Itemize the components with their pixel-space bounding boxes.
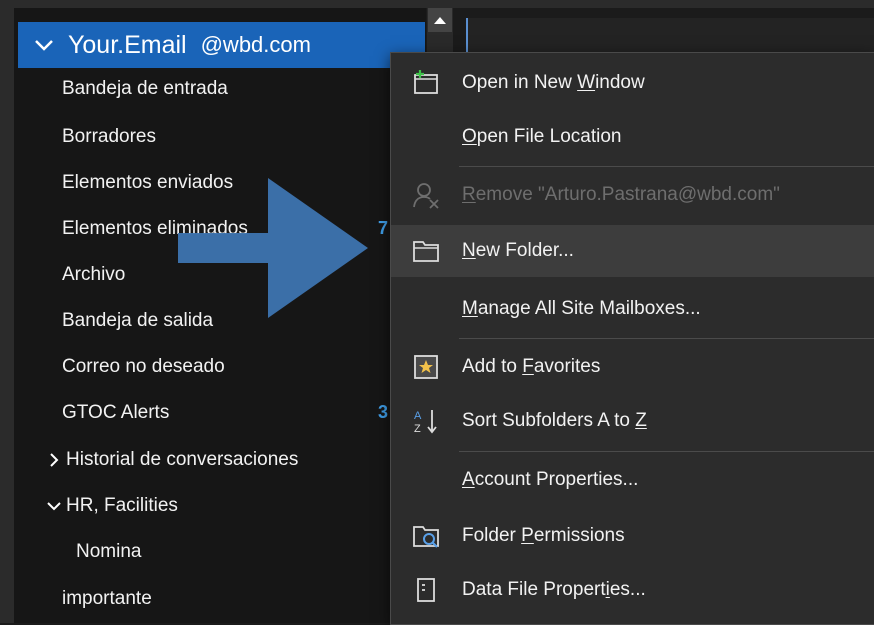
folder-hr-facilities[interactable]: HR, Facilities [46, 495, 178, 517]
folder-borradores[interactable]: Borradores [62, 126, 156, 148]
folder-archivo[interactable]: Archivo [62, 264, 125, 286]
data-file-icon [411, 575, 441, 605]
menu-item-sort-subfolders[interactable]: AZ Sort Subfolders A to Z [391, 395, 874, 447]
sort-az-icon: AZ [411, 406, 441, 436]
menu-item-new-folder[interactable]: New Folder... [391, 225, 874, 277]
folder-importante[interactable]: importante [62, 588, 152, 610]
menu-accelerator: W [577, 72, 596, 93]
menu-accelerator: A [462, 469, 475, 490]
menu-label-post: ermissions [533, 525, 625, 546]
svg-text:A: A [414, 410, 422, 422]
chevron-down-icon[interactable] [46, 498, 62, 514]
menu-label-post: anage All Site Mailboxes... [477, 298, 701, 319]
menu-label-post: ccount Properties... [474, 469, 639, 490]
account-name: Your.Email [68, 30, 187, 59]
star-favorites-icon [411, 352, 441, 382]
menu-accelerator: P [521, 525, 534, 546]
menu-item-data-file-properties[interactable]: Data File Properties... [391, 564, 874, 616]
menu-accelerator: F [522, 356, 534, 377]
menu-label-pre: Folder [462, 525, 522, 546]
menu-item-open-file-location[interactable]: Open File Location [391, 111, 874, 163]
menu-item-account-properties[interactable]: Account Properties... [391, 454, 874, 506]
remove-person-icon [411, 180, 441, 210]
folder-correo-no-deseado[interactable]: Correo no deseado [62, 356, 225, 378]
account-header[interactable]: Your.Email @wbd.com [18, 22, 425, 68]
folder-bandeja-de-entrada[interactable]: Bandeja de entrada [62, 78, 228, 100]
unread-count-badge: 7 [378, 218, 389, 238]
menu-item-open-in-new-window[interactable]: Open in New Window [391, 57, 874, 109]
menu-accelerator: R [462, 184, 476, 205]
menu-label-post: indow [595, 72, 645, 93]
menu-label-pre: Open in New [462, 72, 578, 93]
menu-label-pre: Data File Propert [462, 579, 606, 600]
account-domain: @wbd.com [200, 32, 311, 57]
context-menu: Open in New Window Open File Location Re… [390, 52, 874, 625]
annotation-arrow-icon [178, 178, 368, 318]
triangle-up-icon [434, 17, 446, 24]
chevron-down-icon[interactable] [30, 31, 58, 59]
window-left-edge [0, 0, 14, 623]
unread-count-badge: 3 [378, 402, 389, 422]
new-window-icon [411, 68, 441, 98]
scroll-up-button[interactable] [428, 8, 452, 32]
folder-nomina[interactable]: Nomina [76, 541, 141, 563]
menu-separator [459, 166, 874, 167]
folder-label: HR, Facilities [66, 495, 178, 516]
chevron-right-icon[interactable] [46, 452, 62, 468]
menu-accelerator: M [462, 298, 478, 319]
folder-icon [411, 236, 441, 266]
svg-text:Z: Z [414, 423, 421, 435]
menu-label-pre: Sort Subfolders A to [462, 410, 636, 431]
menu-accelerator: O [462, 126, 477, 147]
menu-accelerator: N [462, 240, 476, 261]
menu-label-pre: Add to [462, 356, 523, 377]
folder-historial-de-conversaciones[interactable]: Historial de conversaciones [46, 449, 298, 471]
menu-item-remove-account: Remove "Arturo.Pastrana@wbd.com" [391, 169, 874, 221]
menu-label-post: pen File Location [476, 126, 622, 147]
menu-item-manage-all-site-mailboxes[interactable]: Manage All Site Mailboxes... [391, 283, 874, 335]
folder-label: Historial de conversaciones [66, 449, 299, 470]
menu-label-post: ew Folder... [475, 240, 574, 261]
menu-item-add-to-favorites[interactable]: Add to Favorites [391, 341, 874, 393]
menu-label-post: es... [609, 579, 646, 600]
folder-permissions-icon [411, 521, 441, 551]
window-top-edge [0, 0, 874, 8]
menu-label-post: avorites [533, 356, 601, 377]
menu-label-post: emove "Arturo.Pastrana@wbd.com" [475, 184, 780, 205]
menu-separator [459, 338, 874, 339]
menu-separator [459, 451, 874, 452]
menu-accelerator: Z [635, 410, 647, 431]
folder-gtoc-alerts[interactable]: GTOC Alerts [62, 402, 169, 424]
menu-item-folder-permissions[interactable]: Folder Permissions [391, 510, 874, 562]
